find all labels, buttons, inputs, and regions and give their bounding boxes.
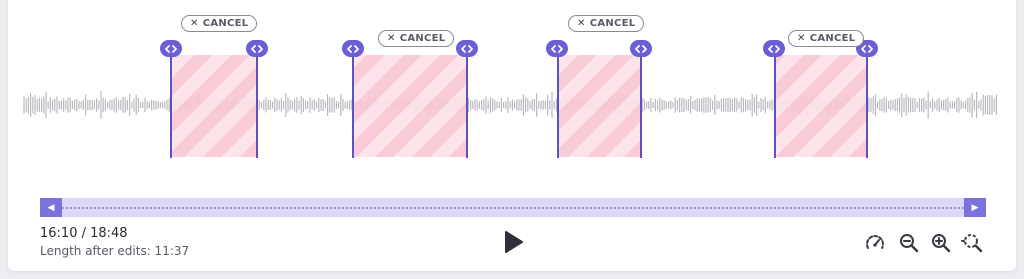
cut-region[interactable] bbox=[353, 55, 467, 157]
cancel-label: CANCEL bbox=[589, 18, 636, 29]
chevrons-left-right-icon bbox=[251, 44, 263, 53]
cancel-label: CANCEL bbox=[809, 33, 856, 44]
scroll-left-button[interactable]: ◀ bbox=[40, 198, 62, 217]
cut-end-edge[interactable] bbox=[466, 52, 468, 158]
chevrons-left-right-icon bbox=[461, 44, 473, 53]
close-icon: ✕ bbox=[190, 18, 199, 29]
cancel-label: CANCEL bbox=[399, 33, 446, 44]
play-icon[interactable] bbox=[504, 230, 524, 254]
cut-start-handle[interactable] bbox=[160, 40, 182, 57]
playback-speed-icon[interactable] bbox=[864, 232, 886, 254]
close-icon: ✕ bbox=[387, 33, 396, 44]
chevrons-left-right-icon bbox=[768, 44, 780, 53]
cut-start-edge[interactable] bbox=[352, 52, 354, 158]
cancel-label: CANCEL bbox=[202, 18, 249, 29]
cancel-cut-button[interactable]: ✕ CANCEL bbox=[568, 15, 645, 32]
zoom-out-icon[interactable] bbox=[898, 232, 920, 254]
cut-end-edge[interactable] bbox=[640, 52, 642, 158]
zoom-in-icon[interactable] bbox=[930, 232, 952, 254]
zoom-fit-icon[interactable] bbox=[961, 232, 983, 254]
chevrons-left-right-icon bbox=[165, 44, 177, 53]
scroll-right-button[interactable]: ▶ bbox=[964, 198, 986, 217]
chevrons-left-right-icon bbox=[635, 44, 647, 53]
cut-start-edge[interactable] bbox=[774, 52, 776, 158]
cut-end-handle[interactable] bbox=[630, 40, 652, 57]
cut-region[interactable] bbox=[775, 55, 867, 157]
audio-editor-panel: ✕ CANCEL ✕ CANCEL ✕ CANCEL ✕ CANCEL ◀ ▶ … bbox=[8, 0, 1016, 271]
cut-start-edge[interactable] bbox=[170, 52, 172, 158]
cut-start-handle[interactable] bbox=[546, 40, 568, 57]
chevrons-left-right-icon bbox=[861, 44, 873, 53]
cut-end-handle[interactable] bbox=[456, 40, 478, 57]
close-icon: ✕ bbox=[577, 18, 586, 29]
cancel-cut-button[interactable]: ✕ CANCEL bbox=[181, 15, 258, 32]
scrollbar-minimap bbox=[62, 207, 964, 209]
time-readout: 16:10 / 18:48 bbox=[40, 226, 128, 241]
cut-end-edge[interactable] bbox=[866, 52, 868, 158]
cut-start-handle[interactable] bbox=[763, 40, 785, 57]
cut-start-handle[interactable] bbox=[342, 40, 364, 57]
close-icon: ✕ bbox=[797, 33, 806, 44]
cancel-cut-button[interactable]: ✕ CANCEL bbox=[378, 30, 455, 47]
cut-region[interactable] bbox=[558, 55, 642, 157]
cut-end-handle[interactable] bbox=[246, 40, 268, 57]
chevrons-left-right-icon bbox=[347, 44, 359, 53]
cut-start-edge[interactable] bbox=[557, 52, 559, 158]
arrow-right-icon: ▶ bbox=[971, 202, 979, 213]
cut-end-edge[interactable] bbox=[256, 52, 258, 158]
arrow-left-icon: ◀ bbox=[47, 202, 55, 213]
cancel-cut-button[interactable]: ✕ CANCEL bbox=[788, 30, 865, 47]
cut-region[interactable] bbox=[170, 55, 258, 157]
chevrons-left-right-icon bbox=[551, 44, 563, 53]
length-after-edits: Length after edits: 11:37 bbox=[40, 244, 190, 258]
timeline-scrollbar[interactable] bbox=[40, 198, 986, 217]
